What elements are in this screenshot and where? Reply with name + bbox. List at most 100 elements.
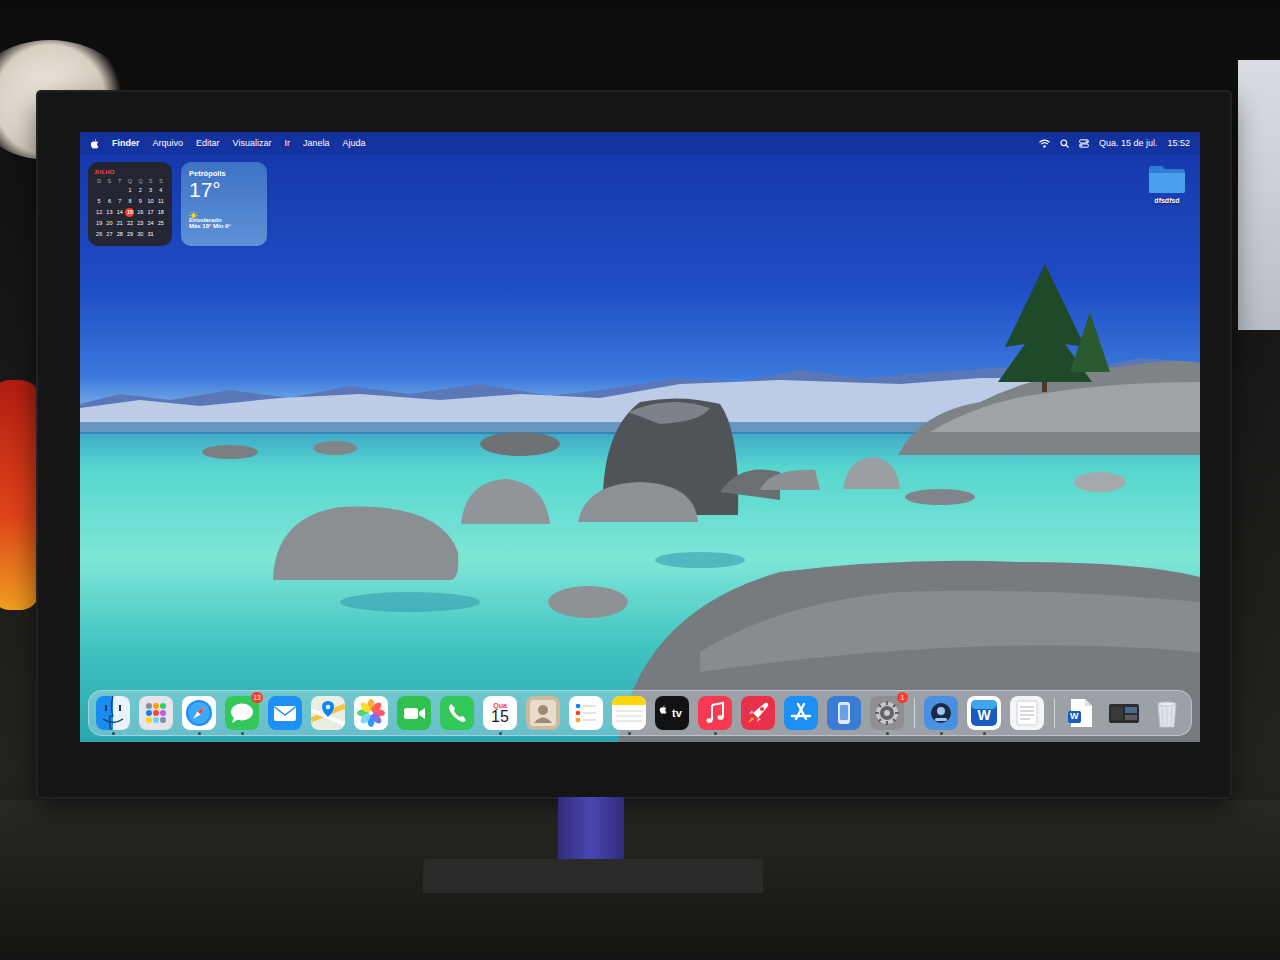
calendar-day[interactable]: 28 [115, 230, 124, 239]
calendar-day[interactable]: 4 [156, 186, 165, 195]
dock-tile [1150, 696, 1184, 730]
menu-item[interactable]: Ir [284, 138, 290, 148]
settings-icon[interactable]: 1 [870, 696, 904, 730]
calendar-day[interactable]: 24 [146, 219, 155, 228]
word-icon[interactable]: W [967, 696, 1001, 730]
calendar-day[interactable]: 11 [156, 197, 165, 206]
calendar-day[interactable]: 15 [125, 208, 134, 217]
calendar-day[interactable]: 5 [95, 197, 104, 206]
calendar-day-cell: 25 [156, 219, 166, 228]
tv-icon[interactable]: tv [655, 696, 689, 730]
dock-tile [1107, 696, 1141, 730]
dock-tile [96, 696, 130, 730]
calendar-day[interactable]: 25 [156, 219, 165, 228]
launchpad-icon[interactable] [139, 696, 173, 730]
menu-item[interactable]: Visualizar [233, 138, 272, 148]
calendar-day[interactable]: 29 [125, 230, 134, 239]
appstore-icon[interactable] [784, 696, 818, 730]
calendar-day[interactable]: 9 [136, 197, 145, 206]
calendar-day[interactable]: 12 [95, 208, 104, 217]
calendar-day[interactable]: 21 [115, 219, 124, 228]
calendar-day[interactable]: 7 [115, 197, 124, 206]
maps-icon[interactable] [311, 696, 345, 730]
calendar-day[interactable]: 27 [105, 230, 114, 239]
calendar-day[interactable]: 13 [105, 208, 114, 217]
dock-tile [569, 696, 603, 730]
calendar-day-cell: 6 [104, 197, 114, 206]
calendar-day[interactable]: 6 [105, 197, 114, 206]
reminders-icon[interactable] [569, 696, 603, 730]
menu-item[interactable]: Arquivo [153, 138, 184, 148]
calendar-day-cell: 10 [145, 197, 155, 206]
menu-item[interactable]: Ajuda [342, 138, 365, 148]
app-menu[interactable]: Finder [112, 138, 140, 148]
folder-label: dfsdfsd [1154, 197, 1179, 204]
trash-icon[interactable] [1150, 696, 1184, 730]
monitor: Finder Arquivo Editar Visualizar Ir Janela Aju… [38, 92, 1230, 797]
running-indicator [198, 732, 201, 735]
dock-icon-text: 15 [491, 709, 509, 725]
dock-area: 13 Qua15 tv 1 W W [80, 690, 1200, 742]
desktop-icons: dfsdfsd [1144, 162, 1190, 206]
calendar-day-cell: 18 [156, 208, 166, 217]
phone-icon[interactable] [440, 696, 474, 730]
calendar-day-cell: 20 [104, 219, 114, 228]
calendar-day[interactable]: 2 [136, 186, 145, 195]
contacts-icon[interactable] [526, 696, 560, 730]
calendar-day[interactable]: 17 [146, 208, 155, 217]
apple-menu-icon[interactable] [90, 138, 99, 149]
weekday-label: D [94, 178, 104, 184]
pages-icon[interactable] [1010, 696, 1044, 730]
safari-icon[interactable] [182, 696, 216, 730]
mail-icon[interactable] [268, 696, 302, 730]
control-center-icon[interactable] [1079, 139, 1089, 148]
calendar-widget[interactable]: JULHODSTQQSS1234567891011121314151617181… [88, 162, 172, 246]
calendar-grid: DSTQQSS123456789101112131415161718192021… [94, 178, 166, 239]
calendar-day[interactable]: 31 [146, 230, 155, 239]
messages-icon[interactable]: 13 [225, 696, 259, 730]
calendar-day[interactable]: 23 [136, 219, 145, 228]
calendar-day[interactable]: 10 [146, 197, 155, 206]
document-icon[interactable]: W [1064, 696, 1098, 730]
menu-item[interactable]: Editar [196, 138, 220, 148]
weather-widget[interactable]: Petrópolis17°EnsolaradoMáx 18° Mín 9° [181, 162, 267, 246]
photos-icon[interactable] [354, 696, 388, 730]
desktop-folder[interactable]: dfsdfsd [1144, 162, 1190, 206]
notification-badge: 13 [251, 692, 263, 703]
calendar-day[interactable]: 18 [156, 208, 165, 217]
calendar-day[interactable]: 20 [105, 219, 114, 228]
dock-tile [784, 696, 818, 730]
separator-icon [913, 696, 915, 730]
rocket-icon[interactable] [741, 696, 775, 730]
calendar-day-cell: 14 [115, 208, 125, 217]
calendar-day[interactable]: 22 [125, 219, 134, 228]
separator-icon [1053, 696, 1055, 730]
calendar-day[interactable]: 19 [95, 219, 104, 228]
mirroring-icon[interactable] [827, 696, 861, 730]
weather-temperature: 17° [189, 178, 259, 202]
screenshot-icon[interactable] [1107, 696, 1141, 730]
calendar-day[interactable]: 8 [125, 197, 134, 206]
desktop-area: JULHODSTQQSS1234567891011121314151617181… [80, 154, 1200, 690]
calendar-day[interactable]: 26 [95, 230, 104, 239]
calendar-month: JULHO [94, 169, 166, 175]
wifi-icon[interactable] [1039, 139, 1050, 148]
music-icon[interactable] [698, 696, 732, 730]
dock-tile: Qua15 [483, 696, 517, 730]
search-icon[interactable] [1060, 139, 1069, 148]
running-indicator [886, 732, 889, 735]
finder-icon[interactable] [96, 696, 130, 730]
dock-separator [1054, 698, 1055, 728]
utility-icon[interactable] [924, 696, 958, 730]
calendar-icon[interactable]: Qua15 [483, 696, 517, 730]
notes-icon[interactable] [612, 696, 646, 730]
calendar-day[interactable]: 14 [115, 208, 124, 217]
dock-tile [139, 696, 173, 730]
calendar-day-cell: 19 [94, 219, 104, 228]
calendar-day[interactable]: 30 [136, 230, 145, 239]
facetime-icon[interactable] [397, 696, 431, 730]
calendar-day[interactable]: 3 [146, 186, 155, 195]
menu-item[interactable]: Janela [303, 138, 330, 148]
calendar-day[interactable]: 16 [136, 208, 145, 217]
calendar-day[interactable]: 1 [125, 186, 134, 195]
